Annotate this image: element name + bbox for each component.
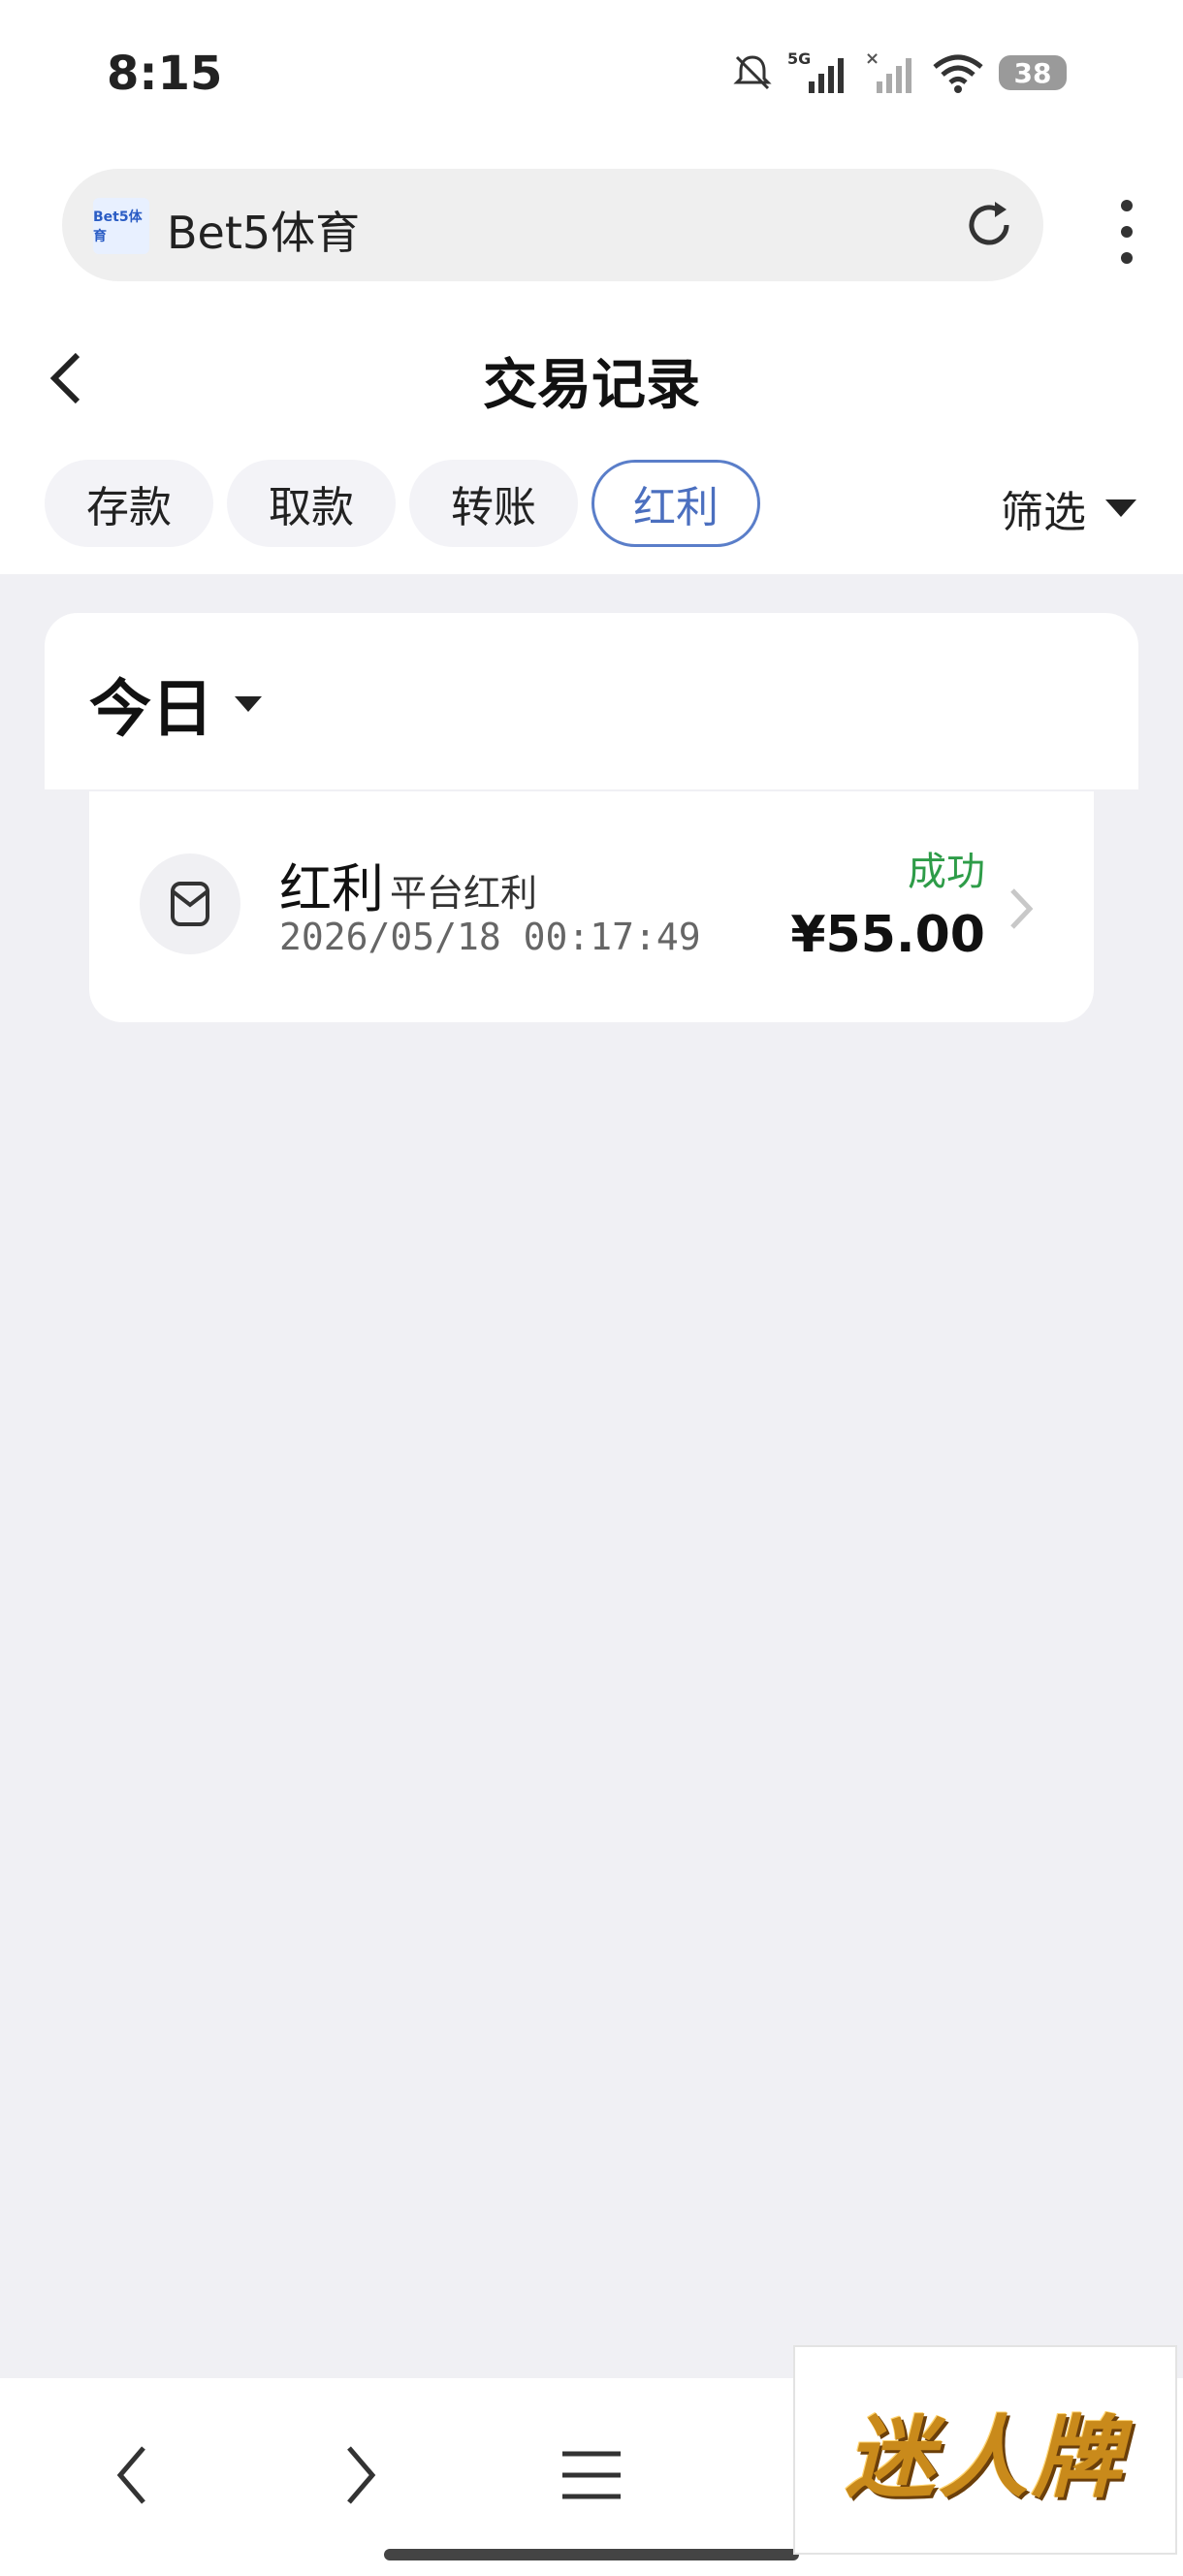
address-bar[interactable]: Bet5体育 Bet5体育 xyxy=(62,169,1043,281)
reload-icon[interactable] xyxy=(960,196,1018,254)
signal-no-service-icon: × xyxy=(865,48,911,93)
record-type: 红利 xyxy=(279,858,384,919)
chevron-left-icon xyxy=(116,2446,145,2504)
signal-5g-icon: 5G xyxy=(787,49,844,93)
browser-toolbar: Bet5体育 Bet5体育 xyxy=(0,155,1183,301)
status-badge: 成功 xyxy=(908,850,985,894)
svg-text:×: × xyxy=(865,48,879,69)
bell-muted-icon xyxy=(733,55,772,90)
tab-withdraw[interactable]: 取款 xyxy=(227,460,396,547)
site-favicon: Bet5体育 xyxy=(93,198,149,254)
chevron-right-icon xyxy=(347,2446,376,2504)
date-label: 今日 xyxy=(89,674,213,746)
tab-bonus[interactable]: 红利 xyxy=(592,460,760,547)
status-icons: 5G × 38 xyxy=(731,48,1067,97)
page-title: 交易记录 xyxy=(483,354,700,417)
filter-button[interactable]: 筛选 xyxy=(1001,477,1136,539)
watermark-text: 迷人牌 xyxy=(845,2404,1125,2510)
bonus-envelope-icon xyxy=(140,853,240,954)
caret-down-icon xyxy=(235,696,262,712)
nav-forward-button[interactable] xyxy=(312,2427,409,2524)
watermark-logo: 迷人牌 xyxy=(793,2345,1177,2555)
nav-back-button[interactable] xyxy=(83,2427,180,2524)
more-menu-icon[interactable] xyxy=(1117,198,1136,266)
hamburger-menu-icon xyxy=(562,2451,621,2499)
tab-transfer[interactable]: 转账 xyxy=(409,460,578,547)
record-subtype: 平台红利 xyxy=(390,872,538,915)
page-header: 交易记录 xyxy=(0,301,1183,446)
wifi-icon xyxy=(933,54,983,93)
record-amount: ¥55.00 xyxy=(790,906,985,964)
record-timestamp: 2026/05/18 00:17:49 xyxy=(279,916,701,958)
list-item[interactable]: 红利 平台红利 2026/05/18 00:17:49 成功 ¥55.00 xyxy=(89,791,1094,1022)
caret-down-icon xyxy=(1105,499,1136,517)
date-selector[interactable]: 今日 xyxy=(89,660,262,749)
battery-indicator: 38 xyxy=(999,55,1067,90)
date-group-header: 今日 xyxy=(45,613,1138,789)
status-time: 8:15 xyxy=(107,47,223,101)
filter-label: 筛选 xyxy=(1001,488,1086,537)
network-label: 5G xyxy=(787,49,811,68)
transaction-type-tabs: 存款 取款 转账 红利 筛选 xyxy=(0,446,1183,574)
nav-menu-button[interactable] xyxy=(543,2427,640,2524)
status-bar: 8:15 5G × 38 xyxy=(0,0,1183,155)
home-indicator[interactable] xyxy=(384,2549,799,2560)
chevron-right-icon xyxy=(1010,888,1034,929)
address-text[interactable]: Bet5体育 xyxy=(167,198,360,262)
tab-deposit[interactable]: 存款 xyxy=(45,460,213,547)
